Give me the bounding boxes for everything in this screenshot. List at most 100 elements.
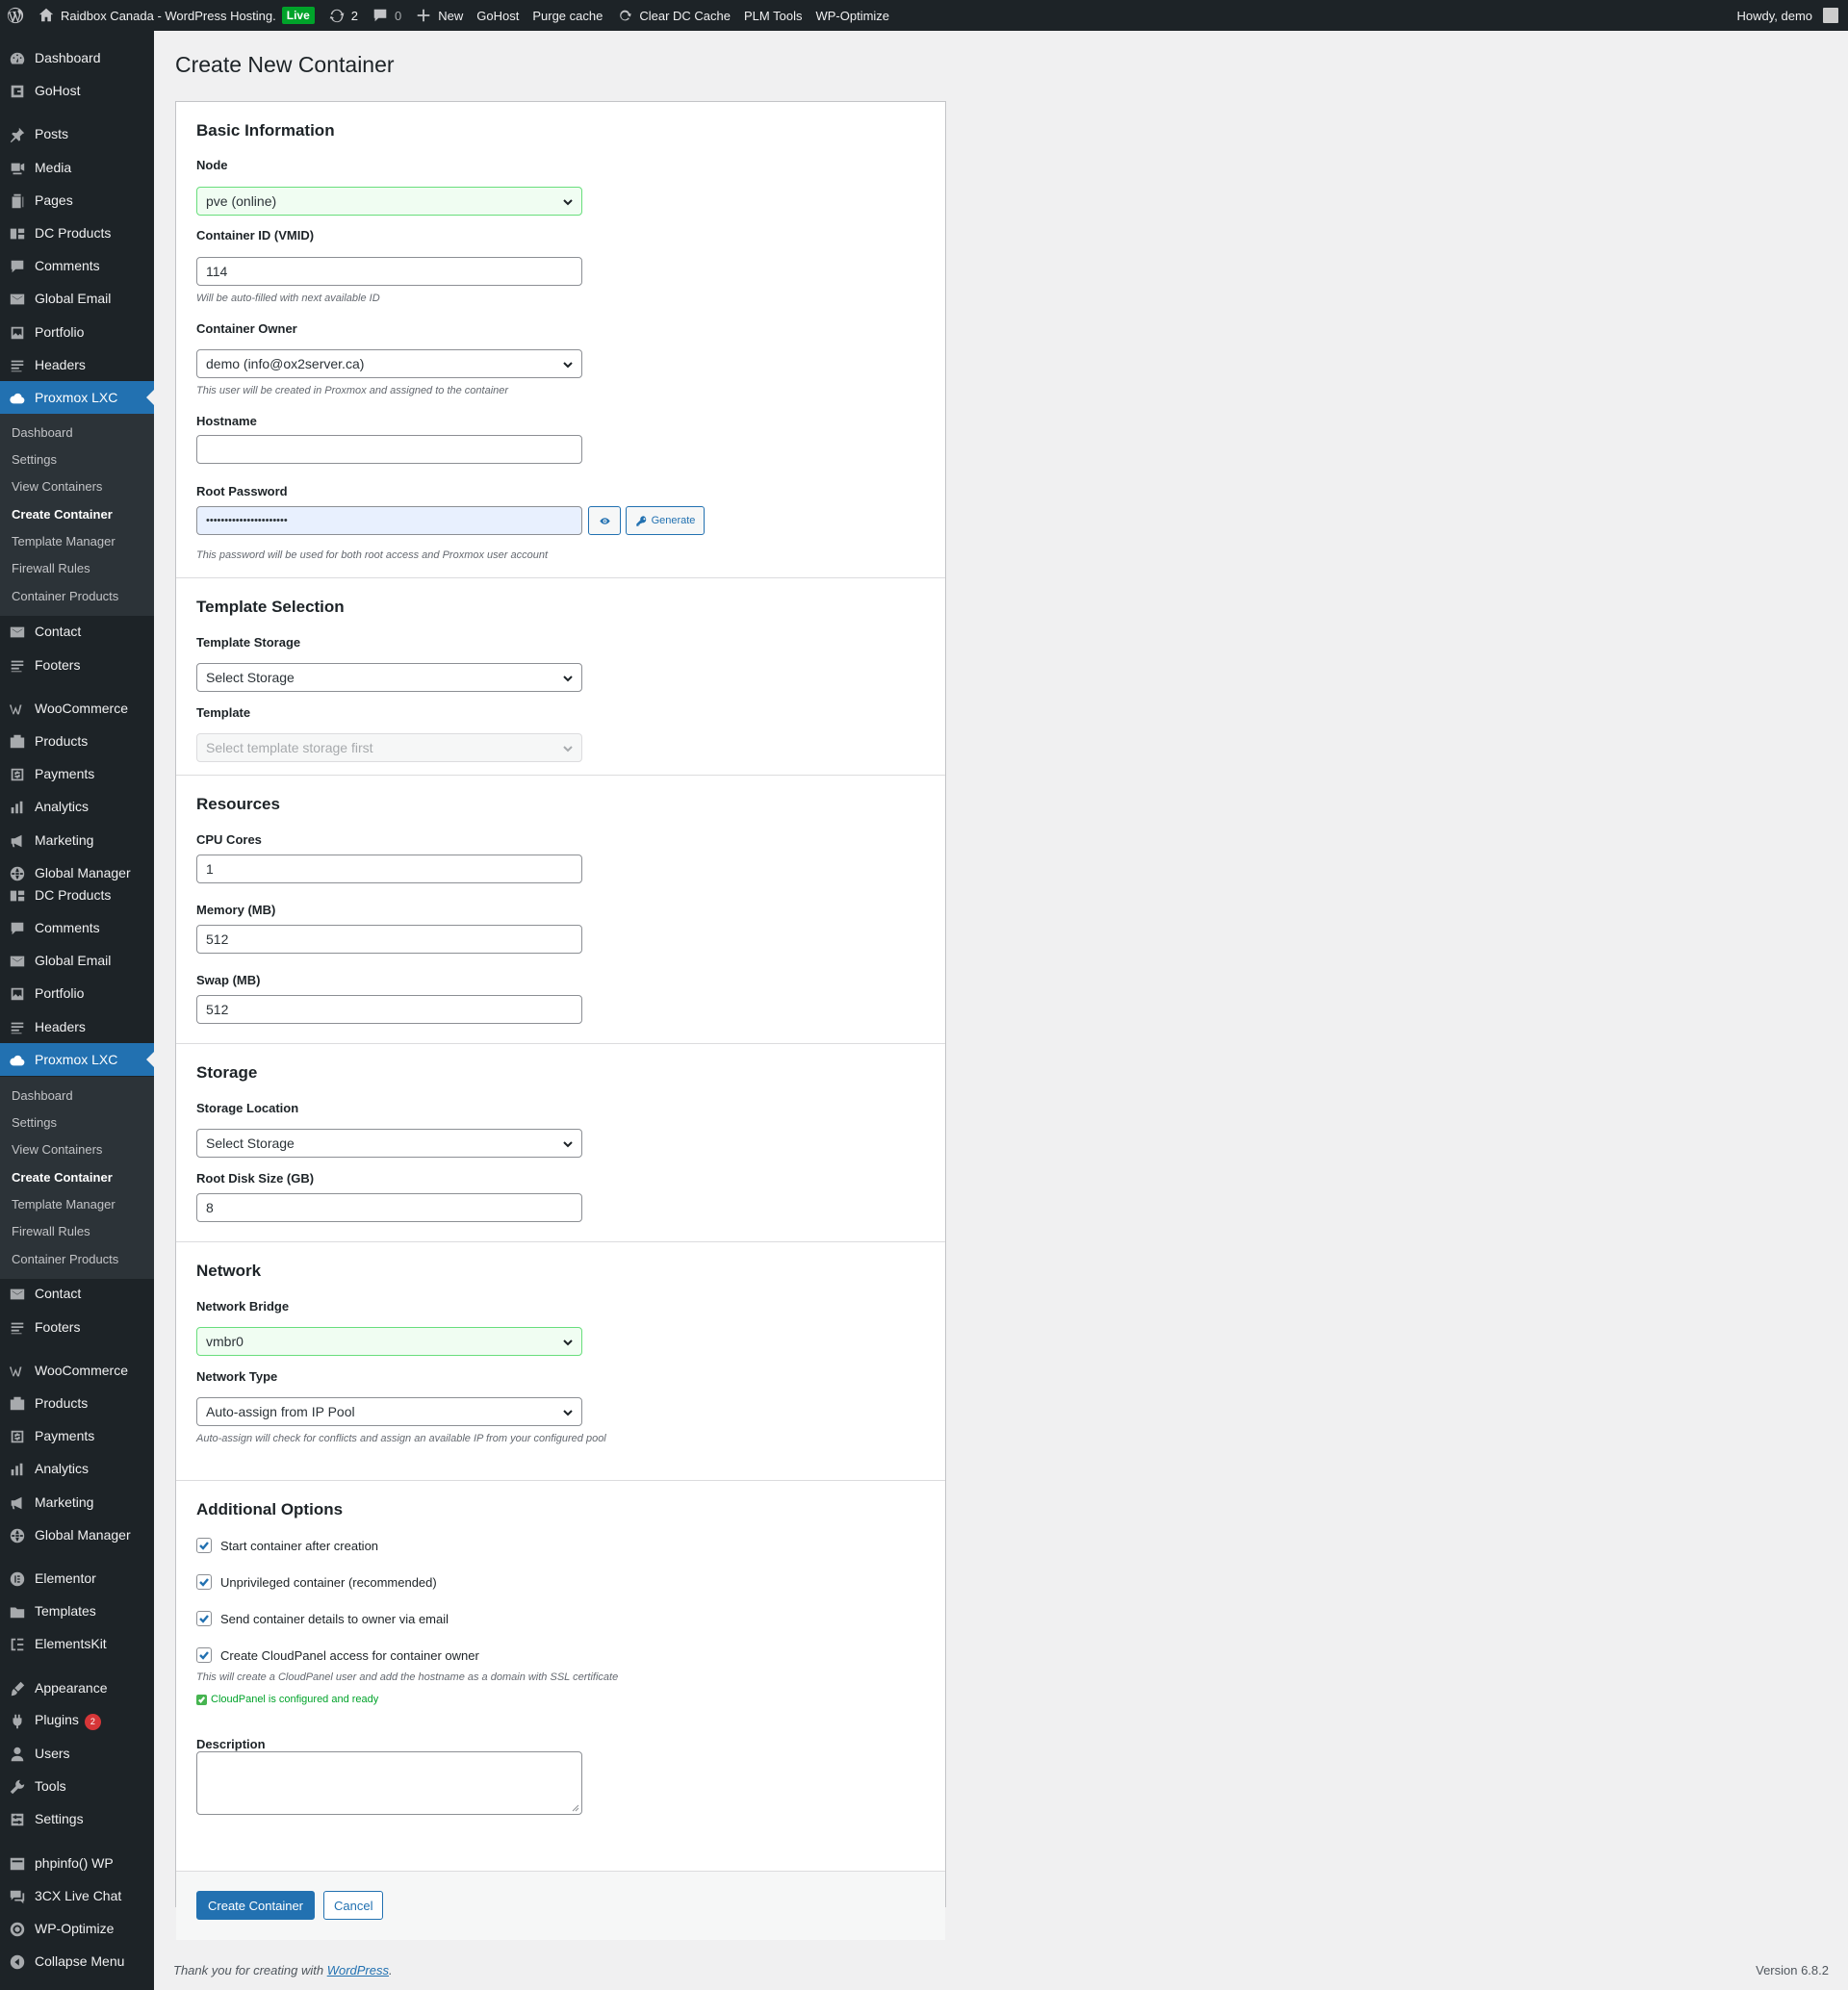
- sidebar-item-collapse-menu[interactable]: Collapse Menu: [0, 1945, 154, 1977]
- submenu-dashboard[interactable]: Dashboard: [12, 1088, 73, 1103]
- sidebar-item-elementor[interactable]: Elementor: [0, 1562, 154, 1595]
- sidebar-item-media[interactable]: Media: [0, 151, 154, 184]
- sidebar-item-payments[interactable]: Payments: [0, 1419, 154, 1452]
- opt-unprivileged[interactable]: Unprivileged container (recommended): [196, 1574, 437, 1590]
- sidebar-item-phpinfo-wp[interactable]: phpinfo() WP: [0, 1847, 154, 1879]
- sidebar-item-headers[interactable]: Headers: [0, 348, 154, 381]
- vmid-input[interactable]: 114: [196, 257, 582, 286]
- sidebar-item-comments[interactable]: Comments: [0, 911, 154, 944]
- sidebar-item-contact[interactable]: Contact: [0, 1277, 154, 1310]
- password-input[interactable]: ••••••••••••••••••••••: [196, 506, 582, 535]
- plm-tools-menu[interactable]: PLM Tools: [737, 0, 808, 31]
- sidebar-item-woocommerce[interactable]: WooCommerce: [0, 692, 154, 725]
- opt-send-email[interactable]: Send container details to owner via emai…: [196, 1611, 449, 1626]
- sidebar-item-templates[interactable]: Templates: [0, 1595, 154, 1627]
- submenu-view-containers[interactable]: View Containers: [12, 479, 102, 494]
- sidebar-item-wp-optimize[interactable]: WP-Optimize: [0, 1912, 154, 1945]
- sidebar-item-proxmox-lxc[interactable]: Proxmox LXC: [0, 381, 154, 414]
- submenu-settings[interactable]: Settings: [12, 1115, 57, 1130]
- submenu-view-containers[interactable]: View Containers: [12, 1142, 102, 1157]
- node-select[interactable]: pve (online): [196, 187, 582, 216]
- checkbox-checked[interactable]: [196, 1611, 212, 1626]
- sidebar-item-analytics[interactable]: Analytics: [0, 790, 154, 823]
- sidebar-item-3cx-live-chat[interactable]: 3CX Live Chat: [0, 1879, 154, 1912]
- submenu-dashboard[interactable]: Dashboard: [12, 425, 73, 440]
- checkbox-checked[interactable]: [196, 1574, 212, 1590]
- sidebar-item-products[interactable]: Products: [0, 1387, 154, 1419]
- sidebar-item-pages[interactable]: Pages: [0, 184, 154, 217]
- submenu-firewall-rules[interactable]: Firewall Rules: [12, 561, 90, 575]
- description-textarea[interactable]: [196, 1751, 582, 1815]
- sidebar-item-analytics[interactable]: Analytics: [0, 1452, 154, 1485]
- sidebar-item-woocommerce[interactable]: WooCommerce: [0, 1354, 154, 1387]
- submenu-container-products[interactable]: Container Products: [12, 1252, 118, 1266]
- new-content-menu[interactable]: New: [408, 0, 470, 31]
- resize-grip-icon[interactable]: [572, 1804, 579, 1812]
- swap-input[interactable]: 512: [196, 995, 582, 1024]
- updates-menu[interactable]: 2: [321, 0, 365, 31]
- toggle-password-button[interactable]: [588, 506, 621, 535]
- submenu-create-container[interactable]: Create Container: [12, 507, 113, 522]
- my-account-menu[interactable]: Howdy, demo: [1730, 0, 1848, 31]
- submenu-create-container[interactable]: Create Container: [12, 1170, 113, 1185]
- sidebar-item-global-manager[interactable]: Global Manager: [0, 1518, 154, 1551]
- sidebar-item-global-email[interactable]: Global Email: [0, 944, 154, 977]
- submenu-firewall-rules[interactable]: Firewall Rules: [12, 1224, 90, 1238]
- template-storage-select[interactable]: Select Storage: [196, 663, 582, 692]
- submenu-settings[interactable]: Settings: [12, 452, 57, 467]
- wp-logo-menu[interactable]: [0, 0, 31, 31]
- cancel-button[interactable]: Cancel: [323, 1891, 384, 1920]
- cpu-input[interactable]: 1: [196, 855, 582, 883]
- submenu-template-manager[interactable]: Template Manager: [12, 1197, 116, 1212]
- opt-cloudpanel-access[interactable]: Create CloudPanel access for container o…: [196, 1647, 479, 1663]
- sidebar-item-settings[interactable]: Settings: [0, 1802, 154, 1835]
- submenu-container-products[interactable]: Container Products: [12, 589, 118, 603]
- sidebar-item-payments[interactable]: Payments: [0, 757, 154, 790]
- owner-select[interactable]: demo (info@ox2server.ca): [196, 349, 582, 378]
- bridge-select[interactable]: vmbr0: [196, 1327, 582, 1356]
- sidebar-item-plugins[interactable]: Plugins 2: [0, 1704, 154, 1737]
- sidebar-item-elementskit[interactable]: ElementsKit: [0, 1627, 154, 1660]
- create-container-button[interactable]: Create Container: [196, 1891, 315, 1920]
- sidebar-item-label: ElementsKit: [35, 1636, 107, 1651]
- sidebar-item-marketing[interactable]: Marketing: [0, 1486, 154, 1518]
- sidebar-item-comments[interactable]: Comments: [0, 249, 154, 282]
- sidebar-item-dc-products[interactable]: DC Products: [0, 879, 154, 911]
- comments-menu[interactable]: 0: [365, 0, 408, 31]
- sidebar-item-global-email[interactable]: Global Email: [0, 282, 154, 315]
- sidebar-item-proxmox-lxc[interactable]: Proxmox LXC: [0, 1043, 154, 1076]
- sidebar-item-contact[interactable]: Contact: [0, 615, 154, 648]
- checkbox-checked[interactable]: [196, 1538, 212, 1553]
- wordpress-link[interactable]: WordPress: [327, 1963, 389, 1977]
- disk-size-input[interactable]: 8: [196, 1193, 582, 1222]
- sidebar-item-products[interactable]: Products: [0, 725, 154, 757]
- gohost-menu[interactable]: GoHost: [470, 0, 526, 31]
- sidebar-item-dc-products[interactable]: DC Products: [0, 217, 154, 249]
- sidebar-item-footers[interactable]: Footers: [0, 649, 154, 681]
- network-type-select[interactable]: Auto-assign from IP Pool: [196, 1397, 582, 1426]
- sidebar-item-gohost[interactable]: GoHost: [0, 74, 154, 107]
- sidebar-item-portfolio[interactable]: Portfolio: [0, 316, 154, 348]
- template-select[interactable]: Select template storage first: [196, 733, 582, 762]
- sidebar-item-marketing[interactable]: Marketing: [0, 824, 154, 856]
- site-name-menu[interactable]: Raidbox Canada - WordPress Hosting. Live: [31, 0, 321, 31]
- sidebar-item-headers[interactable]: Headers: [0, 1010, 154, 1043]
- wp-optimize-menu[interactable]: WP-Optimize: [808, 0, 896, 31]
- sidebar-item-appearance[interactable]: Appearance: [0, 1671, 154, 1704]
- sidebar-item-dashboard[interactable]: Dashboard: [0, 41, 154, 74]
- sidebar-item-portfolio[interactable]: Portfolio: [0, 977, 154, 1009]
- hostname-input[interactable]: [196, 435, 582, 464]
- opt-start-after-creation[interactable]: Start container after creation: [196, 1538, 378, 1553]
- clear-dc-cache-menu[interactable]: Clear DC Cache: [609, 0, 737, 31]
- sidebar-item-posts[interactable]: Posts: [0, 117, 154, 150]
- generate-password-button[interactable]: Generate: [626, 506, 705, 535]
- purge-cache-menu[interactable]: Purge cache: [526, 0, 609, 31]
- sidebar-item-tools[interactable]: Tools: [0, 1770, 154, 1802]
- storage-location-select[interactable]: Select Storage: [196, 1129, 582, 1158]
- submenu-template-manager[interactable]: Template Manager: [12, 534, 116, 549]
- sidebar-item-footers[interactable]: Footers: [0, 1311, 154, 1343]
- password-value: ••••••••••••••••••••••: [206, 515, 288, 526]
- memory-input[interactable]: 512: [196, 925, 582, 954]
- checkbox-checked[interactable]: [196, 1647, 212, 1663]
- sidebar-item-users[interactable]: Users: [0, 1737, 154, 1770]
